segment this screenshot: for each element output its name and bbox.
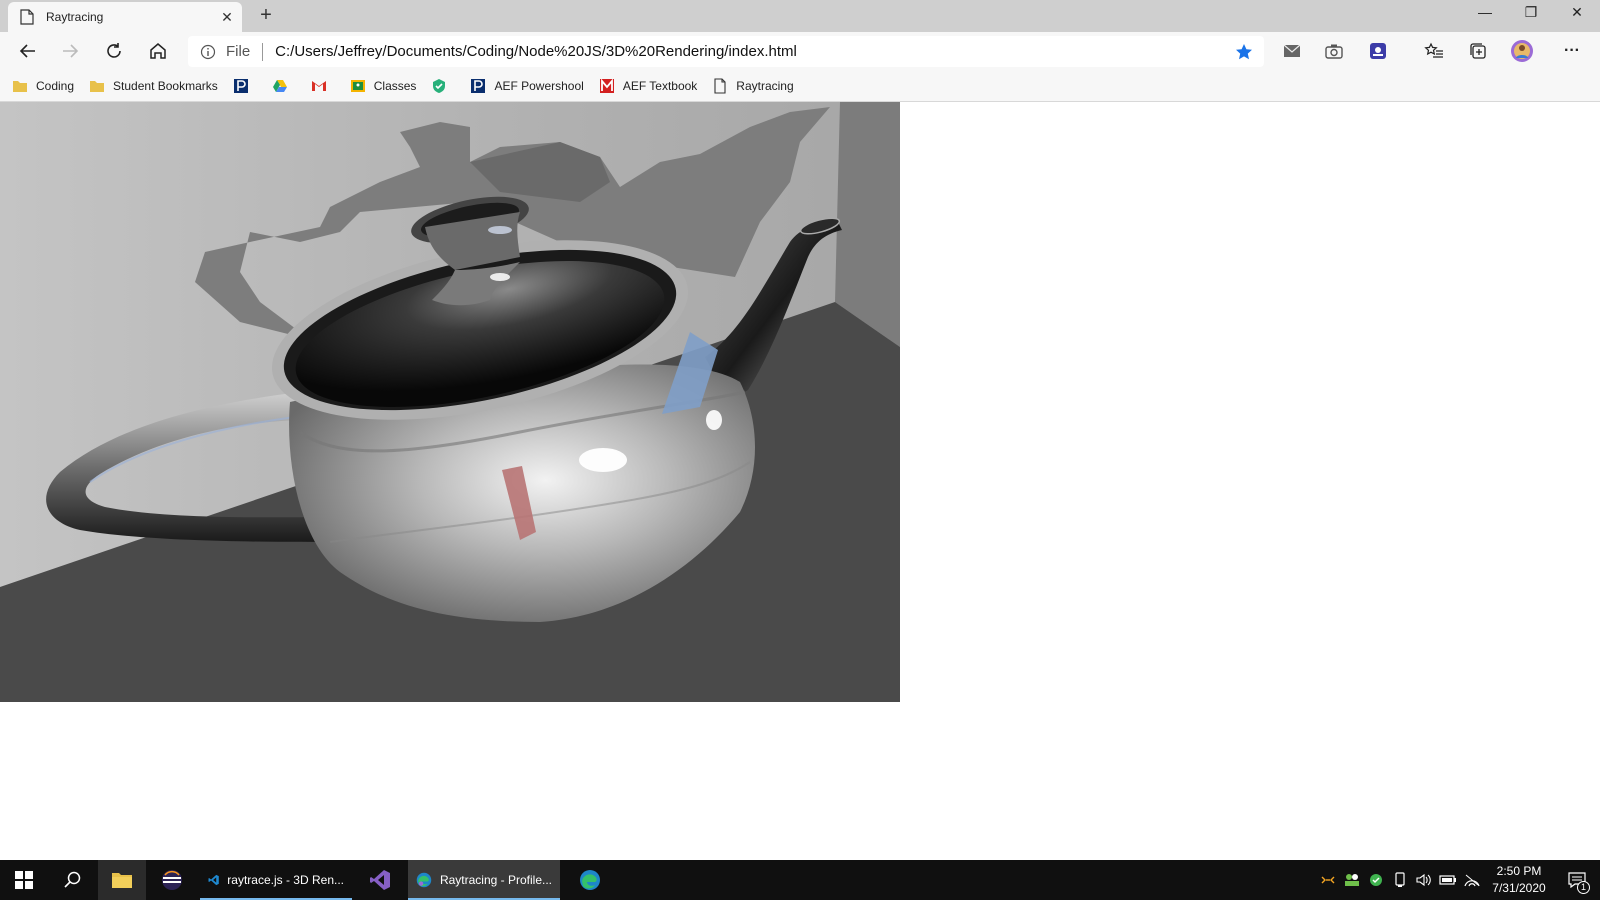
protocol-label: File (226, 43, 251, 60)
forward-arrow-icon (63, 44, 79, 58)
mail-icon (1283, 44, 1301, 57)
browser-tab[interactable]: Raytracing ✕ (8, 2, 242, 32)
usb-icon[interactable] (1388, 860, 1412, 900)
bookmark-student-bookmarks[interactable]: Student Bookmarks (89, 74, 218, 98)
windows-logo-icon (15, 871, 33, 889)
edge-dev-button[interactable] (566, 860, 614, 900)
screenshot-button[interactable] (1318, 36, 1350, 66)
bookmark-aef-powershool[interactable]: AEF Powershool (470, 74, 584, 98)
page-icon (20, 9, 34, 25)
camera-icon (1325, 44, 1343, 59)
taskbar-app-edge[interactable]: Raytracing - Profile... (408, 860, 560, 900)
new-tab-button[interactable]: + (254, 4, 278, 28)
collections-button[interactable] (1462, 36, 1494, 66)
eclipse-icon (162, 870, 182, 890)
forward-button[interactable] (54, 36, 86, 66)
more-menu-icon[interactable]: ··· (1556, 36, 1588, 66)
browser-toolbar: File C:/Users/Jeffrey/Documents/Coding/N… (0, 32, 1600, 70)
security-check-icon[interactable] (1364, 860, 1388, 900)
taskbar-clock[interactable]: 2:50 PM 7/31/2020 (1484, 863, 1554, 897)
search-button[interactable] (48, 860, 96, 900)
back-arrow-icon (19, 44, 35, 58)
folder-icon (90, 80, 105, 92)
bookmark-raytracing[interactable]: Raytracing (712, 74, 794, 98)
bookmark-aef-textbook[interactable]: AEF Textbook (599, 74, 697, 98)
raytrace-canvas (0, 102, 900, 702)
wifi-icon[interactable] (1460, 860, 1484, 900)
page-icon (714, 77, 726, 94)
shield-check-icon (433, 78, 446, 93)
refresh-button[interactable] (98, 36, 130, 66)
clock-date: 7/31/2020 (1492, 881, 1546, 895)
powerschool-icon (233, 78, 248, 93)
bookmark-powerschool[interactable] (233, 74, 257, 98)
search-icon (64, 871, 81, 888)
close-window-button[interactable]: ✕ (1554, 0, 1600, 28)
teapot-render (0, 102, 900, 702)
address-bar[interactable]: File C:/Users/Jeffrey/Documents/Coding/N… (188, 36, 1264, 67)
close-tab-icon[interactable]: ✕ (212, 9, 242, 26)
title-bar: Raytracing ✕ + — ❐ ✕ (0, 0, 1600, 32)
bookmarks-bar: Coding Student Bookmarks Classes AEF Pow… (0, 70, 1600, 102)
profile-button[interactable] (1506, 36, 1538, 66)
bookmark-drive[interactable] (272, 74, 296, 98)
edge-icon (416, 872, 432, 888)
tab-title: Raytracing (46, 10, 104, 24)
chevron-icon[interactable] (1316, 860, 1340, 900)
extension-button[interactable] (1362, 36, 1394, 66)
file-explorer-button[interactable] (98, 860, 146, 900)
refresh-icon (107, 43, 121, 58)
taskbar: raytrace.js - 3D Ren... Raytracing - Pro… (0, 860, 1600, 900)
notification-count: 1 (1577, 881, 1590, 894)
info-icon[interactable] (200, 44, 216, 60)
favorite-star-icon[interactable] (1224, 36, 1264, 67)
folder-icon (112, 873, 132, 888)
minimize-button[interactable]: — (1462, 0, 1508, 28)
battery-icon[interactable] (1436, 860, 1460, 900)
notification-center-button[interactable]: 1 (1554, 860, 1600, 900)
visual-studio-button[interactable] (356, 860, 404, 900)
drive-icon (272, 79, 287, 92)
bookmark-gmail[interactable] (311, 74, 335, 98)
collections-icon (1470, 43, 1486, 59)
favorites-button[interactable] (1418, 36, 1450, 66)
system-tray: 2:50 PM 7/31/2020 1 (1316, 860, 1600, 900)
bookmark-shield[interactable] (431, 74, 455, 98)
home-icon (150, 43, 166, 59)
edge-icon (580, 870, 600, 890)
classroom-icon (350, 79, 365, 92)
favorites-list-icon (1424, 42, 1443, 58)
bookmark-coding[interactable]: Coding (12, 74, 74, 98)
mcgraw-icon (599, 78, 614, 93)
back-button[interactable] (12, 36, 44, 66)
powerschool-icon (471, 78, 486, 93)
bookmark-classes[interactable]: Classes (350, 74, 416, 98)
vscode-icon (208, 874, 219, 886)
url-text[interactable]: C:/Users/Jeffrey/Documents/Coding/Node%2… (275, 43, 1224, 60)
restore-button[interactable]: ❐ (1508, 0, 1554, 28)
extension-icon (1370, 43, 1386, 59)
clock-time: 2:50 PM (1496, 864, 1542, 878)
people-icon[interactable] (1340, 860, 1364, 900)
avatar (1511, 40, 1533, 62)
start-button[interactable] (0, 860, 48, 900)
gmail-icon (311, 80, 326, 91)
eclipse-button[interactable] (148, 860, 196, 900)
volume-icon[interactable] (1412, 860, 1436, 900)
home-button[interactable] (142, 36, 174, 66)
mail-button[interactable] (1276, 36, 1308, 66)
taskbar-app-vscode[interactable]: raytrace.js - 3D Ren... (200, 860, 352, 900)
visual-studio-icon (370, 870, 390, 890)
folder-icon (13, 80, 27, 92)
address-divider (262, 42, 264, 61)
